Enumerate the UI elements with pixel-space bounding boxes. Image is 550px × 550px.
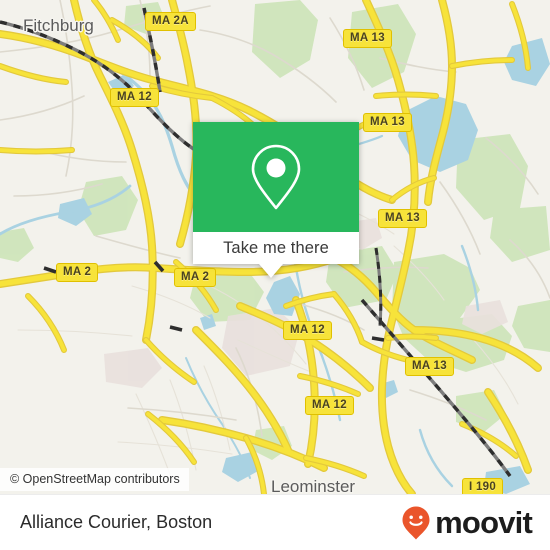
callout-tail	[259, 264, 283, 278]
moovit-brand[interactable]: moovit	[401, 505, 533, 541]
road-shield-ma-13[interactable]: MA 13	[405, 357, 454, 376]
road-shield-ma-2a[interactable]: MA 2A	[145, 12, 196, 31]
road-shield-ma-13[interactable]: MA 13	[363, 113, 412, 132]
location-pin-icon	[251, 144, 301, 210]
moovit-smiley-pin-icon	[402, 506, 430, 539]
road-shield-ma-13[interactable]: MA 13	[343, 29, 392, 48]
location-callout-card[interactable]: Take me there	[193, 122, 359, 278]
road-shield-ma-12[interactable]: MA 12	[283, 321, 332, 340]
road-shield-i-190[interactable]: I 190	[462, 478, 504, 494]
bottom-info-bar: Alliance Courier, Boston moovit	[0, 494, 550, 550]
road-shield-ma-12[interactable]: MA 12	[305, 396, 354, 415]
place-label-fitchburg: Fitchburg	[23, 16, 94, 35]
moovit-wordmark: moovit	[435, 505, 533, 540]
road-shield-ma-12[interactable]: MA 12	[110, 88, 159, 107]
callout-image-panel	[193, 122, 359, 232]
road-shield-ma-13[interactable]: MA 13	[378, 209, 427, 228]
moovit-map-screen: .rd-case{fill:none;stroke:#e3c93c;stroke…	[0, 0, 550, 550]
callout-action-panel[interactable]: Take me there	[193, 232, 359, 278]
map-canvas[interactable]: .rd-case{fill:none;stroke:#e3c93c;stroke…	[0, 0, 550, 494]
road-shield-ma-2[interactable]: MA 2	[174, 268, 217, 287]
road-shield-ma-2[interactable]: MA 2	[56, 263, 99, 282]
place-label-leominster: Leominster	[271, 477, 356, 494]
osm-attribution: © OpenStreetMap contributors	[0, 468, 189, 491]
page-title: Alliance Courier, Boston	[20, 512, 213, 532]
take-me-there-label: Take me there	[223, 238, 329, 257]
